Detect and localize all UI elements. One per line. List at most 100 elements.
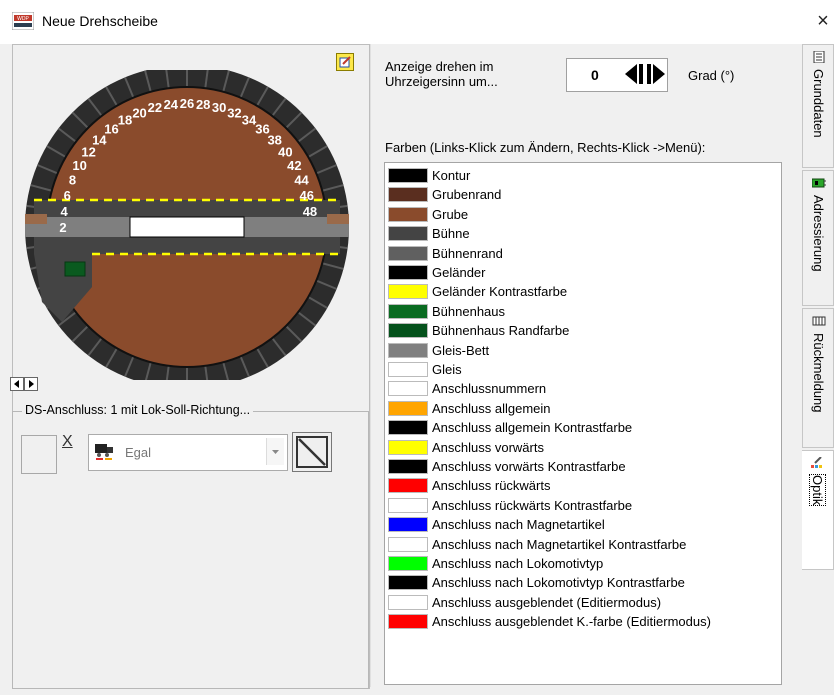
wdp-app-icon: WDP (12, 12, 34, 30)
color-swatch[interactable] (388, 420, 428, 436)
turntable-preview[interactable]: 24681012141618 20 22 24 26 28 30 32 343638404244… (12, 70, 368, 380)
color-swatch[interactable] (388, 265, 428, 280)
track-number-label: 30 (212, 100, 226, 115)
rotate-left-button[interactable] (10, 377, 24, 391)
color-swatch[interactable] (388, 517, 428, 533)
tab-label: Optik (809, 473, 826, 507)
color-swatch[interactable] (388, 226, 428, 242)
color-label: Anschluss nach Lokomotivtyp Kontrastfarb… (432, 575, 685, 591)
color-list-item[interactable]: Bühnenrand (388, 244, 780, 263)
color-list-item[interactable]: Grube (388, 205, 780, 224)
color-label: Anschluss rückwärts Kontrastfarbe (432, 497, 633, 513)
track-number-label: 44 (294, 173, 309, 188)
color-swatch[interactable] (388, 556, 428, 571)
color-label: Geländer (432, 265, 486, 280)
color-list-item[interactable]: Anschlussnummern (388, 379, 780, 398)
color-label: Anschluss nach Magnetartikel (432, 517, 605, 533)
track-number-label: 2 (59, 220, 66, 235)
track-number-label: 46 (300, 188, 314, 203)
svg-text:WDP: WDP (17, 16, 29, 22)
color-list-item[interactable]: Geländer Kontrastfarbe (388, 282, 780, 301)
color-swatch[interactable] (388, 459, 428, 474)
close-button[interactable]: × (812, 8, 834, 34)
color-list-item[interactable]: Geländer (388, 263, 780, 282)
color-swatch[interactable] (388, 400, 428, 416)
bridge-deck (129, 216, 245, 238)
color-swatch[interactable] (388, 303, 428, 319)
color-list-item[interactable]: Gleis (388, 360, 780, 379)
color-list-item[interactable]: Bühnenhaus (388, 302, 780, 321)
color-swatch[interactable] (388, 439, 428, 455)
direction-dropdown[interactable]: Egal (88, 434, 288, 471)
chevron-down-icon[interactable] (266, 438, 284, 465)
color-list-item[interactable]: Anschluss ausgeblendet K.-farbe (Editier… (388, 612, 780, 631)
rotation-spinner[interactable]: 0 (566, 58, 668, 92)
arrow-right-icon[interactable] (645, 62, 669, 86)
color-list-item[interactable]: Grubenrand (388, 185, 780, 204)
track-sensor-icon (812, 316, 826, 326)
color-list-item[interactable]: Anschluss rückwärts Kontrastfarbe (388, 496, 780, 515)
color-list[interactable]: Kontur Grubenrand Grube Bühne Bühnenrand Gelä… (384, 162, 782, 685)
color-swatch[interactable] (388, 362, 428, 377)
decoder-icon (812, 178, 826, 188)
color-label: Anschluss vorwärts (432, 439, 544, 455)
color-list-item[interactable]: Anschluss rückwärts (388, 476, 780, 495)
color-swatch[interactable] (388, 206, 428, 222)
track-number-label: 42 (287, 158, 301, 173)
color-list-item[interactable]: Anschluss vorwärts Kontrastfarbe (388, 457, 780, 476)
track-stub-left (25, 214, 47, 224)
tab-grunddaten[interactable]: Grunddaten (802, 44, 834, 168)
color-label: Bühnenhaus Randfarbe (432, 323, 570, 339)
document-icon (813, 51, 825, 63)
color-swatch[interactable] (388, 168, 428, 183)
edit-icon[interactable] (336, 53, 354, 71)
color-swatch[interactable] (388, 342, 428, 358)
tab-adressierung[interactable]: Adressierung (802, 170, 834, 306)
track-number-label: 6 (64, 188, 71, 203)
color-label: Geländer Kontrastfarbe (432, 284, 568, 300)
color-swatch[interactable] (388, 284, 428, 300)
color-list-item[interactable]: Anschluss allgemein (388, 399, 780, 418)
color-list-item[interactable]: Gleis-Bett (388, 341, 780, 360)
color-swatch[interactable] (388, 323, 428, 339)
color-list-item[interactable]: Bühne (388, 224, 780, 243)
tab-label: Rückmeldung (811, 333, 826, 413)
color-list-item[interactable]: Anschluss allgemein Kontrastfarbe (388, 418, 780, 437)
color-swatch[interactable] (388, 187, 428, 203)
color-label: Gleis (432, 362, 462, 377)
color-swatch[interactable] (388, 245, 428, 261)
track-number-label: 48 (303, 204, 317, 219)
color-swatch[interactable] (388, 536, 428, 552)
color-list-item[interactable]: Bühnenhaus Randfarbe (388, 321, 780, 340)
colors-heading: Farben (Links-Klick zum Ändern, Rechts-K… (385, 140, 706, 155)
tab-strip: Grunddaten Adressierung Rückmeldung Opti… (802, 44, 834, 695)
rotate-right-button[interactable] (24, 377, 38, 391)
tab-optik[interactable]: Optik (802, 450, 834, 570)
connection-number-field[interactable] (21, 435, 57, 474)
color-swatch[interactable] (388, 478, 428, 494)
color-list-item[interactable]: Anschluss nach Lokomotivtyp (388, 554, 780, 573)
color-swatch[interactable] (388, 381, 428, 397)
color-list-item[interactable]: Kontur (388, 166, 780, 185)
color-label: Anschluss nach Magnetartikel Kontrastfar… (432, 536, 687, 552)
color-label: Anschluss allgemein (432, 400, 551, 416)
color-swatch[interactable] (388, 614, 428, 630)
rotation-unit: Grad (°) (688, 68, 735, 83)
arrow-left-icon[interactable] (623, 62, 647, 86)
color-label: Anschluss nach Lokomotivtyp (432, 556, 604, 571)
title-bar: WDP Neue Drehscheibe × (0, 0, 834, 44)
color-swatch[interactable] (388, 594, 428, 610)
color-swatch[interactable] (388, 575, 428, 591)
tab-label: Adressierung (811, 195, 826, 272)
clear-x-button[interactable]: X (62, 433, 73, 451)
track-number-label: 4 (60, 204, 68, 219)
color-list-item[interactable]: Anschluss ausgeblendet (Editiermodus) (388, 593, 780, 612)
color-list-item[interactable]: Anschluss nach Magnetartikel Kontrastfar… (388, 535, 780, 554)
color-list-item[interactable]: Anschluss vorwärts (388, 438, 780, 457)
bridge-house (64, 261, 86, 277)
disable-connection-button[interactable] (292, 432, 332, 472)
color-list-item[interactable]: Anschluss nach Lokomotivtyp Kontrastfarb… (388, 573, 780, 592)
color-list-item[interactable]: Anschluss nach Magnetartikel (388, 515, 780, 534)
tab-rueckmeldung[interactable]: Rückmeldung (802, 308, 834, 448)
color-swatch[interactable] (388, 497, 428, 513)
